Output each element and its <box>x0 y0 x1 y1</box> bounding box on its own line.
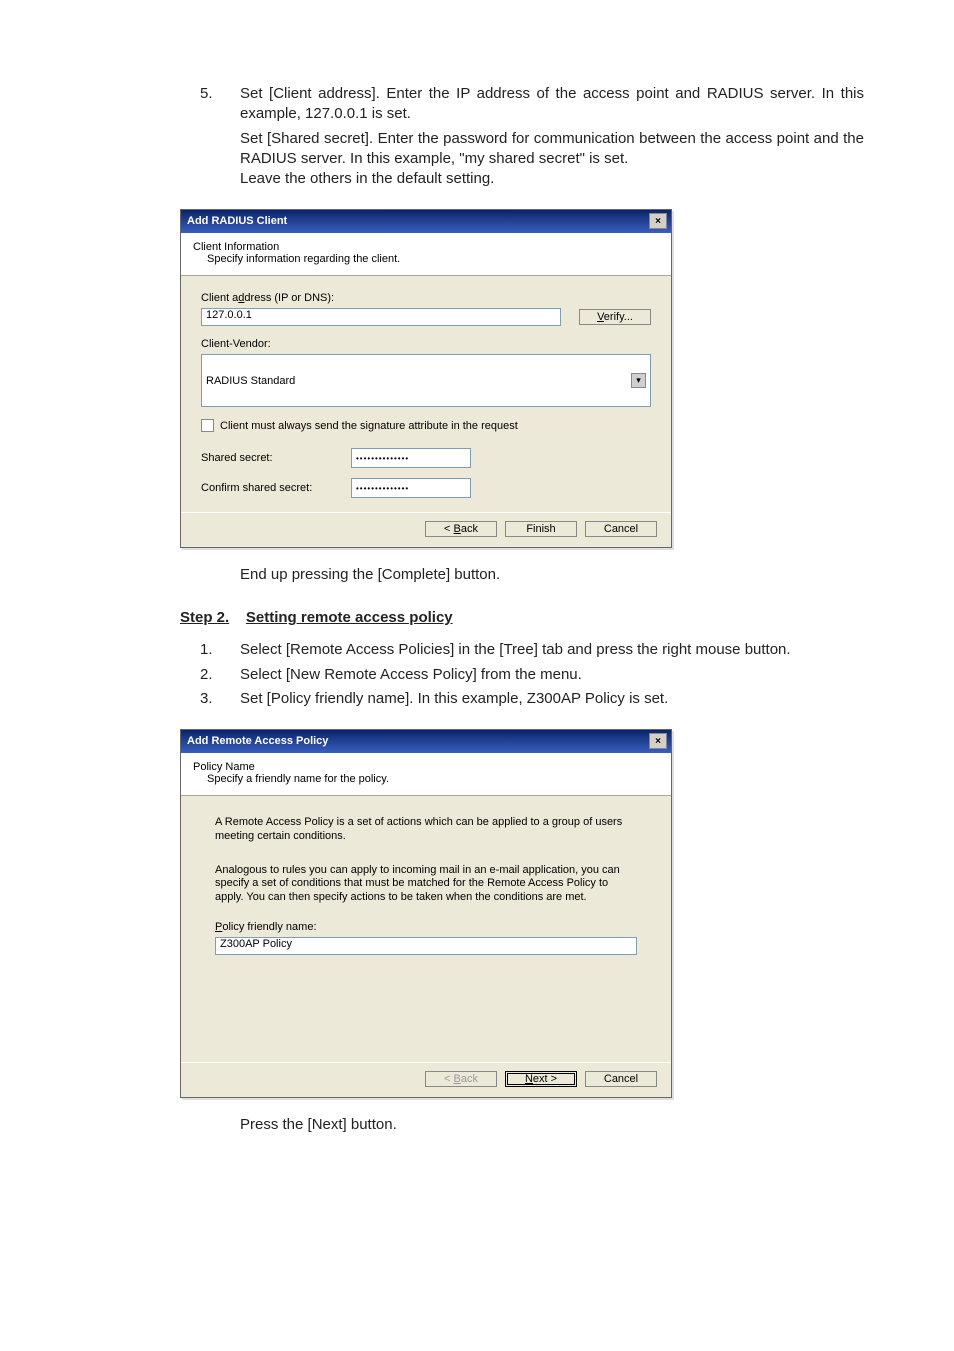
intro-paragraph: Analogous to rules you can apply to inco… <box>215 864 637 905</box>
dialog-body: A Remote Access Policy is a set of actio… <box>181 796 671 1062</box>
next-button[interactable]: Next > <box>505 1071 577 1087</box>
confirm-shared-secret-row: Confirm shared secret: •••••••••••••• <box>201 478 651 498</box>
back-button[interactable]: < Back <box>425 521 497 537</box>
step2-heading-a: Step 2. <box>180 609 229 626</box>
label-accel: C <box>220 420 228 432</box>
dialog-title-text: Add RADIUS Client <box>187 215 287 227</box>
add-radius-client-dialog: Add RADIUS Client × Client Information S… <box>180 209 672 548</box>
dialog-titlebar: Add Remote Access Policy × <box>181 730 671 753</box>
subheader-title: Client Information <box>193 241 659 253</box>
label-part: dress (IP or DNS): <box>244 292 334 304</box>
dialog-subheader: Policy Name Specify a friendly name for … <box>181 753 671 796</box>
close-icon[interactable]: × <box>649 733 667 749</box>
btn-part: < <box>444 523 453 535</box>
list-text: Select [New Remote Access Policy] from t… <box>240 665 864 685</box>
verify-button[interactable]: Verify... <box>579 309 651 325</box>
close-icon[interactable]: × <box>649 213 667 229</box>
label-part: firm shared secret: <box>221 482 312 494</box>
policy-friendly-name-field[interactable]: Z300AP Policy <box>215 937 637 955</box>
list-number: 1. <box>200 640 240 660</box>
dialog-title-text: Add Remote Access Policy <box>187 735 328 747</box>
client-address-label: Client address (IP or DNS): <box>201 292 651 304</box>
label-part: lient must always send the signature att… <box>228 420 518 432</box>
btn-accel: B <box>454 523 461 535</box>
shared-secret-label: Shared secret: <box>201 452 351 464</box>
label-part: olicy friendly name: <box>222 921 316 933</box>
btn-accel: V <box>597 311 604 323</box>
step2-heading-b: Setting remote access policy <box>246 609 453 626</box>
btn-part: ack <box>461 1073 478 1085</box>
back-button: < Back <box>425 1071 497 1087</box>
label-part: Client a <box>201 292 238 304</box>
client-address-row: 127.0.0.1 Verify... <box>201 308 651 326</box>
list-continuation: Set [Shared secret]. Enter the password … <box>240 129 864 170</box>
client-vendor-select[interactable]: RADIUS Standard ▾ <box>201 354 651 407</box>
btn-part: erify... <box>604 311 633 323</box>
label-part: Co <box>201 482 215 494</box>
dialog-footer: < Back Finish Cancel <box>181 512 671 547</box>
finish-button[interactable]: Finish <box>505 521 577 537</box>
list-number: 3. <box>200 689 240 709</box>
policy-name-label: Policy friendly name: <box>215 921 637 933</box>
list-number: 2. <box>200 665 240 685</box>
list-text: Set [Policy friendly name]. In this exam… <box>240 689 864 709</box>
list-item-1: 1. Select [Remote Access Policies] in th… <box>200 640 864 660</box>
step2-heading: Step 2. Setting remote access policy <box>180 609 864 626</box>
chevron-down-icon: ▾ <box>631 373 646 388</box>
select-value: RADIUS Standard <box>206 375 295 387</box>
cancel-button[interactable]: Cancel <box>585 521 657 537</box>
list-number: 5. <box>200 84 240 104</box>
btn-accel: N <box>525 1073 533 1085</box>
label-part: hared secret: <box>208 452 272 464</box>
shared-secret-row: Shared secret: •••••••••••••• <box>201 448 651 468</box>
add-remote-access-policy-dialog: Add Remote Access Policy × Policy Name S… <box>180 729 672 1098</box>
dialog-subheader: Client Information Specify information r… <box>181 233 671 276</box>
btn-part: < <box>444 1073 453 1085</box>
list-item-3: 3. Set [Policy friendly name]. In this e… <box>200 689 864 709</box>
btn-part: ack <box>461 523 478 535</box>
client-address-field[interactable]: 127.0.0.1 <box>201 308 561 326</box>
dialog-titlebar: Add RADIUS Client × <box>181 210 671 233</box>
confirm-shared-secret-label: Confirm shared secret: <box>201 482 351 494</box>
subheader-title: Policy Name <box>193 761 659 773</box>
shared-secret-field[interactable]: •••••••••••••• <box>351 448 471 468</box>
signature-attribute-label: Client must always send the signature at… <box>220 420 518 432</box>
dialog-footer: < Back Next > Cancel <box>181 1062 671 1097</box>
list-text: Set [Client address]. Enter the IP addre… <box>240 84 864 125</box>
document-page: 5. Set [Client address]. Enter the IP ad… <box>0 0 954 1231</box>
subheader-desc: Specify a friendly name for the policy. <box>207 773 659 785</box>
btn-accel: B <box>454 1073 461 1085</box>
confirm-shared-secret-field[interactable]: •••••••••••••• <box>351 478 471 498</box>
client-vendor-label: Client-Vendor: <box>201 338 651 350</box>
post-dialog-note: Press the [Next] button. <box>240 1116 864 1133</box>
btn-part: ext > <box>533 1073 557 1085</box>
post-dialog-note: End up pressing the [Complete] button. <box>240 566 864 583</box>
list-item-5: 5. Set [Client address]. Enter the IP ad… <box>200 84 864 125</box>
cancel-button[interactable]: Cancel <box>585 1071 657 1087</box>
list-continuation: Leave the others in the default setting. <box>240 169 864 189</box>
signature-attribute-row: Client must always send the signature at… <box>201 419 651 432</box>
signature-attribute-checkbox[interactable] <box>201 419 214 432</box>
list-text: Select [Remote Access Policies] in the [… <box>240 640 864 660</box>
subheader-desc: Specify information regarding the client… <box>207 253 659 265</box>
intro-paragraph: A Remote Access Policy is a set of actio… <box>215 816 637 844</box>
list-item-2: 2. Select [New Remote Access Policy] fro… <box>200 665 864 685</box>
dialog-body: Client address (IP or DNS): 127.0.0.1 Ve… <box>181 276 671 512</box>
